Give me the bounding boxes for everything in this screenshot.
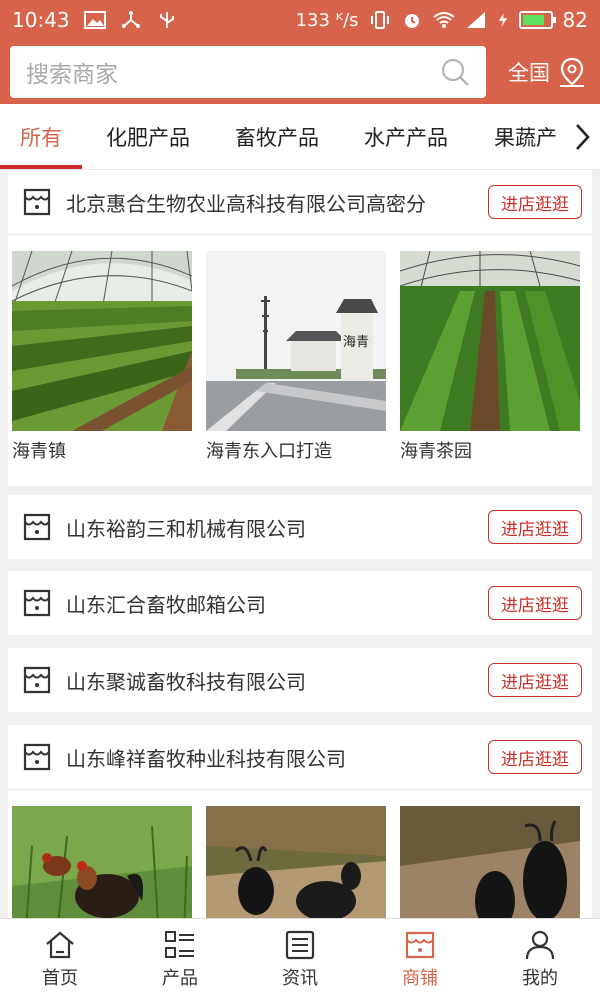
home-icon bbox=[46, 931, 74, 958]
photo-caption: 海青东入口打造 bbox=[206, 441, 332, 462]
region-label: 全国 bbox=[508, 61, 550, 85]
status-time: 10:43 bbox=[12, 8, 70, 32]
category-tabs: 所有 化肥产品 畜牧产品 水产产品 果蔬产 bbox=[0, 104, 600, 170]
shop-photo[interactable] bbox=[12, 806, 192, 918]
shop-card: 山东裕韵三和机械有限公司 进店逛逛 bbox=[8, 495, 592, 559]
tab-fruit-veg[interactable]: 果蔬产 bbox=[494, 104, 557, 169]
tea-garden-photo bbox=[400, 251, 580, 431]
wifi-icon bbox=[432, 12, 455, 28]
photo-caption: 海青茶园 bbox=[400, 441, 472, 462]
search-input[interactable]: 搜索商家 bbox=[10, 46, 486, 98]
location-pin-icon bbox=[560, 57, 584, 87]
visit-shop-button[interactable]: 进店逛逛 bbox=[488, 586, 582, 620]
header: 搜索商家 全国 bbox=[0, 40, 600, 104]
shop-name[interactable]: 山东峰祥畜牧种业科技有限公司 bbox=[66, 743, 488, 772]
shop-card: 北京惠合生物农业高科技有限公司高密分 进店逛逛 海青镇 海青 海青东入口打造 海… bbox=[8, 170, 592, 486]
alarm-icon bbox=[404, 14, 419, 28]
tab-livestock[interactable]: 畜牧产品 bbox=[235, 104, 319, 169]
goats-photo bbox=[206, 806, 386, 918]
tabs-scroll-right[interactable] bbox=[564, 104, 600, 169]
chevron-right-icon bbox=[576, 124, 590, 150]
search-placeholder: 搜索商家 bbox=[26, 62, 118, 88]
charging-icon bbox=[498, 13, 507, 27]
town-entrance-photo: 海青 bbox=[206, 251, 386, 431]
visit-shop-button[interactable]: 进店逛逛 bbox=[488, 185, 582, 219]
visit-shop-button[interactable]: 进店逛逛 bbox=[488, 510, 582, 544]
nav-mine[interactable]: 我的 bbox=[480, 919, 600, 1000]
shop-name[interactable]: 山东汇合畜牧邮箱公司 bbox=[66, 589, 488, 618]
photo-caption: 海青镇 bbox=[12, 441, 66, 462]
tab-fertilizer[interactable]: 化肥产品 bbox=[106, 104, 190, 169]
shop-icon bbox=[405, 931, 435, 958]
chicken-photo bbox=[12, 806, 192, 918]
sign-text: 海青 bbox=[343, 335, 369, 350]
battery-percent: 82 bbox=[562, 8, 588, 32]
nav-shops[interactable]: 商铺 bbox=[360, 919, 480, 1000]
battery-icon bbox=[518, 11, 556, 29]
shop-name[interactable]: 山东聚诚畜牧科技有限公司 bbox=[66, 666, 488, 695]
shop-card: 山东峰祥畜牧种业科技有限公司 进店逛逛 bbox=[8, 725, 592, 918]
visit-shop-button[interactable]: 进店逛逛 bbox=[488, 663, 582, 697]
visit-shop-button[interactable]: 进店逛逛 bbox=[488, 740, 582, 774]
black-goats-photo bbox=[400, 806, 580, 918]
nav-products[interactable]: 产品 bbox=[120, 919, 240, 1000]
nav-news[interactable]: 资讯 bbox=[240, 919, 360, 1000]
shop-name[interactable]: 山东裕韵三和机械有限公司 bbox=[66, 513, 488, 542]
shop-card: 山东聚诚畜牧科技有限公司 进店逛逛 bbox=[8, 648, 592, 712]
bottom-nav: 首页 产品 资讯 商铺 我的 bbox=[0, 918, 600, 1000]
shop-icon bbox=[23, 589, 51, 617]
shop-photo[interactable] bbox=[400, 806, 580, 918]
status-bar: 10:43 133 ᴷ/s 82 bbox=[0, 0, 600, 40]
user-icon bbox=[525, 930, 555, 959]
shop-photo[interactable]: 海青茶园 bbox=[400, 251, 580, 463]
shop-icon bbox=[23, 188, 51, 216]
share-icon bbox=[121, 11, 140, 28]
shop-icon bbox=[23, 513, 51, 541]
shop-icon bbox=[23, 743, 51, 771]
usb-icon bbox=[159, 12, 174, 28]
shop-photo[interactable]: 海青镇 bbox=[12, 251, 192, 463]
signal-icon bbox=[466, 12, 485, 28]
shop-card: 山东汇合畜牧邮箱公司 进店逛逛 bbox=[8, 571, 592, 635]
nav-home[interactable]: 首页 bbox=[0, 919, 120, 1000]
tab-aquatic[interactable]: 水产产品 bbox=[364, 104, 448, 169]
image-icon bbox=[83, 11, 106, 29]
shop-list: 北京惠合生物农业高科技有限公司高密分 进店逛逛 海青镇 海青 海青东入口打造 海… bbox=[0, 170, 600, 918]
news-icon bbox=[285, 930, 315, 959]
greenhouse-photo bbox=[12, 251, 192, 431]
shop-photo[interactable]: 海青 海青东入口打造 bbox=[206, 251, 386, 463]
vibrate-icon bbox=[370, 11, 389, 29]
shop-photo[interactable] bbox=[206, 806, 386, 918]
net-speed: 133 ᴷ/s bbox=[295, 9, 359, 31]
shop-name[interactable]: 北京惠合生物农业高科技有限公司高密分 bbox=[66, 188, 488, 217]
list-icon bbox=[165, 930, 194, 958]
tab-all[interactable]: 所有 bbox=[0, 104, 82, 169]
search-icon[interactable] bbox=[440, 57, 470, 87]
shop-icon bbox=[23, 666, 51, 694]
region-selector[interactable]: 全国 bbox=[508, 57, 590, 87]
